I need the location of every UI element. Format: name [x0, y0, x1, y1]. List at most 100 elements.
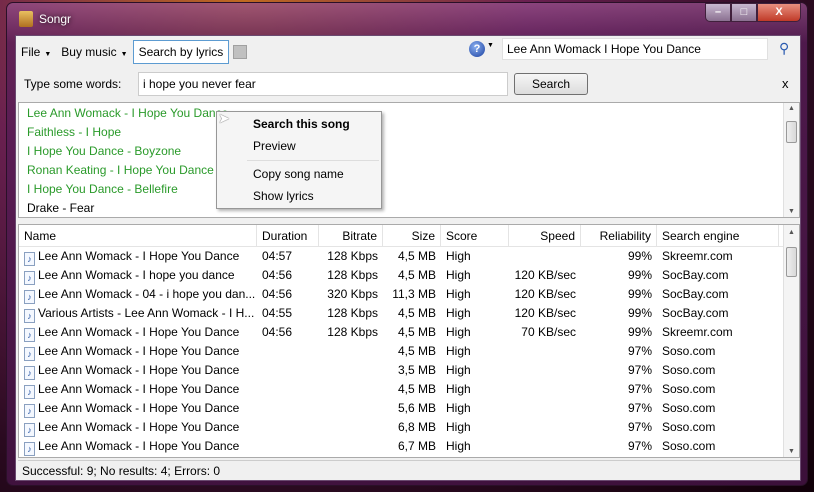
lyric-result-item[interactable]: Faithless - I Hope	[19, 123, 799, 142]
file-menu[interactable]: File ▼	[16, 40, 56, 64]
cell: SocBay.com	[662, 268, 729, 282]
cell: 4,5 MB	[397, 249, 436, 263]
cell: Skreemr.com	[662, 325, 733, 339]
cell	[257, 399, 319, 418]
table-row[interactable]: ♪ Lee Ann Womack - I Hope You Dance 04:57 1…	[19, 247, 799, 266]
column-header[interactable]: Bitrate	[319, 225, 383, 246]
help-icon[interactable]: ?	[469, 41, 485, 57]
scrollbar-thumb[interactable]	[786, 121, 797, 143]
song-search-input[interactable]: Lee Ann Womack I Hope You Dance	[502, 38, 768, 60]
cell: High	[446, 325, 471, 339]
cell	[509, 418, 581, 437]
music-file-icon: ♪	[24, 290, 35, 304]
cell: 97%	[627, 439, 652, 453]
cell: 5,6 MB	[397, 401, 436, 415]
cell: 04:56	[262, 325, 293, 339]
table-row[interactable]: ♪ Lee Ann Womack - I Hope You Dance 6,7 MB…	[19, 437, 799, 456]
music-file-icon: ♪	[24, 271, 35, 285]
lyric-result-item[interactable]: Drake - Fear	[19, 199, 799, 218]
cell	[509, 437, 581, 456]
close-lyrics-bar-button[interactable]: x	[782, 76, 789, 91]
minimize-button[interactable]: –	[705, 3, 731, 22]
column-header[interactable]: Name	[19, 225, 257, 246]
window-title: Songr	[39, 12, 72, 26]
cell: 97%	[627, 401, 652, 415]
cell: 120 KB/sec	[514, 306, 576, 320]
lyric-result-item[interactable]: Ronan Keating - I Hope You Dance	[19, 161, 799, 180]
cell: Soso.com	[662, 382, 716, 396]
cell: High	[446, 306, 471, 320]
table-row[interactable]: ♪ Lee Ann Womack - 04 - i hope you dan...…	[19, 285, 799, 304]
table-row[interactable]: ♪ Lee Ann Womack - I Hope You Dance 4,5 MB…	[19, 380, 799, 399]
cell	[319, 399, 383, 418]
close-button[interactable]: X	[757, 3, 801, 22]
table-row[interactable]: ♪ Lee Ann Womack - I Hope You Dance 04:56 1…	[19, 323, 799, 342]
context-menu: Search this song Preview Copy song name …	[216, 111, 382, 209]
table-row[interactable]: ♪ Various Artists - Lee Ann Womack - I H.…	[19, 304, 799, 323]
maximize-button[interactable]: □	[731, 3, 757, 22]
menu-item-search-this-song[interactable]: Search this song	[253, 117, 350, 131]
column-header[interactable]: Search engine	[657, 225, 779, 246]
table-row[interactable]: ♪ Lee Ann Womack - I hope you dance 04:56 1…	[19, 266, 799, 285]
cell: Skreemr.com	[662, 249, 733, 263]
song-name: Lee Ann Womack - I Hope You Dance	[38, 249, 240, 263]
cell: Soso.com	[662, 363, 716, 377]
cell	[509, 247, 581, 266]
cell: 04:56	[262, 287, 293, 301]
lyric-result-item[interactable]: I Hope You Dance - Bellefire	[19, 180, 799, 199]
cell: ♪ Various Artists - Lee Ann Womack - I H.…	[19, 304, 257, 323]
cell	[257, 380, 319, 399]
column-header[interactable]: Size	[383, 225, 441, 246]
cell: 4,5 MB	[397, 325, 436, 339]
results-table: Name Duration Bitrate Size Score Speed Reliabi…	[18, 224, 800, 458]
column-header[interactable]: Duration	[257, 225, 319, 246]
cell	[257, 437, 319, 456]
table-scrollbar[interactable]: ▲ ▼	[783, 225, 799, 457]
title-bar: Songr	[19, 11, 71, 27]
lyrics-input[interactable]: i hope you never fear	[138, 72, 508, 96]
lyric-result-item[interactable]: I Hope You Dance - Boyzone	[19, 142, 799, 161]
song-name: Lee Ann Womack - I Hope You Dance	[38, 439, 240, 453]
save-icon[interactable]	[233, 45, 248, 59]
file-label: File	[21, 45, 41, 59]
cell: 4,5 MB	[397, 306, 436, 320]
cell: High	[446, 287, 471, 301]
column-header[interactable]: Reliability	[581, 225, 657, 246]
cell: High	[446, 382, 471, 396]
cell: 70 KB/sec	[521, 325, 576, 339]
lyrics-label: Type some words:	[24, 77, 122, 91]
cell: 99%	[627, 306, 652, 320]
menu-item-show-lyrics[interactable]: Show lyrics	[253, 189, 314, 203]
scrollbar-thumb[interactable]	[786, 247, 797, 277]
cell: 11,3 MB	[392, 287, 436, 301]
table-row[interactable]: ♪ Lee Ann Womack - I Hope You Dance 6,8 MB…	[19, 418, 799, 437]
lyric-result-item[interactable]: Lee Ann Womack - I Hope You Dance	[19, 104, 799, 123]
status-bar: Successful: 9; No results: 4; Errors: 0	[18, 460, 800, 480]
column-header[interactable]: Speed	[509, 225, 581, 246]
menu-item-preview[interactable]: Preview	[253, 139, 296, 153]
table-row[interactable]: ♪ Lee Ann Womack - I Hope You Dance 3,5 MB…	[19, 361, 799, 380]
buy-music-menu[interactable]: Buy music ▼	[56, 40, 132, 64]
music-file-icon: ♪	[24, 252, 35, 266]
menu-item-copy-song-name[interactable]: Copy song name	[253, 167, 344, 181]
lyrics-search-button[interactable]: Search	[514, 73, 588, 95]
search-icon[interactable]: ⚲	[779, 40, 789, 57]
music-file-icon: ♪	[24, 423, 35, 437]
column-header[interactable]: Score	[441, 225, 509, 246]
lyrics-scrollbar[interactable]: ▲ ▼	[783, 103, 799, 217]
lyrics-results-list: Lee Ann Womack - I Hope You Dance Faithle…	[18, 102, 800, 218]
search-by-lyrics-button[interactable]: Search by lyrics	[132, 40, 230, 64]
cell: 4,5 MB	[397, 344, 436, 358]
cell	[257, 361, 319, 380]
lyrics-search-bar: Type some words: i hope you never fear S…	[16, 72, 800, 96]
cell	[509, 380, 581, 399]
song-name: Various Artists - Lee Ann Womack - I H..…	[38, 306, 255, 320]
help-dropdown-icon[interactable]: ▼	[487, 42, 494, 49]
cell: ♪ Lee Ann Womack - I Hope You Dance	[19, 380, 257, 399]
table-row[interactable]: ♪ Lee Ann Womack - I Hope You Dance 5,6 MB…	[19, 399, 799, 418]
cell: 99%	[627, 268, 652, 282]
song-name: Lee Ann Womack - I Hope You Dance	[38, 401, 240, 415]
music-file-icon: ♪	[24, 385, 35, 399]
table-row[interactable]: ♪ Lee Ann Womack - I Hope You Dance 4,5 MB…	[19, 342, 799, 361]
cell: 3,5 MB	[397, 363, 436, 377]
